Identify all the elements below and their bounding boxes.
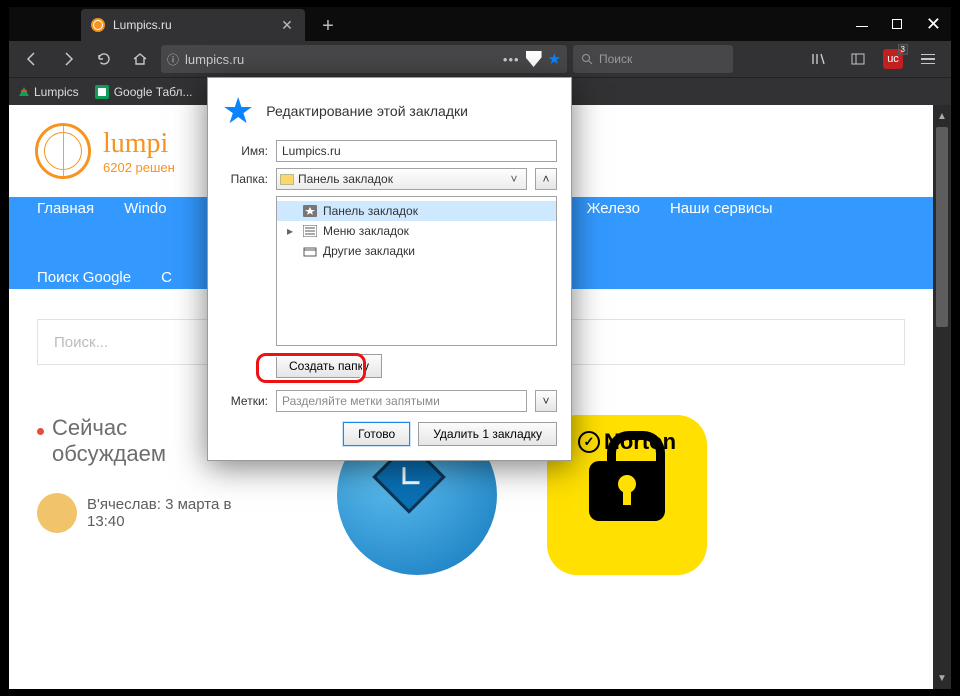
home-button[interactable] [125, 45, 155, 73]
window-close-button[interactable]: ✕ [926, 14, 941, 35]
lock-icon [589, 461, 665, 521]
pocket-icon[interactable] [526, 51, 542, 67]
page-actions-icon[interactable]: ••• [503, 52, 520, 67]
titlebar: Lumpics.ru ✕ + ✕ [9, 7, 951, 41]
tree-item[interactable]: Панель закладок [277, 201, 556, 221]
sidebar-icon[interactable] [843, 45, 873, 73]
chevron-down-icon[interactable]: ˅ [505, 172, 523, 186]
folder-label: Папка: [222, 172, 268, 186]
nav-item[interactable]: Наши сервисы [670, 200, 773, 217]
sheets-icon [95, 85, 109, 99]
reload-button[interactable] [89, 45, 119, 73]
bookmark-star-icon[interactable]: ★ [548, 50, 561, 68]
bookmark-label: Google Табл... [114, 85, 193, 99]
forward-button[interactable] [53, 45, 83, 73]
site-logo-icon [35, 123, 91, 179]
name-input[interactable]: Lumpics.ru [276, 140, 557, 162]
nav-item[interactable]: Главная [37, 200, 94, 217]
comment-item[interactable]: В'ячеслав: 3 марта в 13:40 [37, 493, 287, 533]
tree-item[interactable]: ▸ Меню закладок [277, 221, 556, 241]
window-maximize-button[interactable] [892, 19, 902, 29]
badge-count: 3 [898, 44, 908, 55]
vertical-scrollbar[interactable]: ▲ ▼ [933, 105, 951, 689]
expand-icon[interactable]: ▸ [287, 224, 297, 238]
folder-icon [280, 174, 294, 185]
done-button[interactable]: Готово [343, 422, 410, 446]
back-button[interactable] [17, 45, 47, 73]
nav-item[interactable]: С [161, 269, 172, 286]
chevron-down-icon: ˅ [542, 394, 549, 408]
url-text: lumpics.ru [185, 52, 497, 67]
scroll-thumb[interactable] [936, 127, 948, 327]
bookmarks-toolbar-icon [303, 205, 317, 217]
site-info-icon[interactable]: ⓘ [167, 51, 179, 68]
extension-badge[interactable]: uc 3 [883, 49, 903, 69]
star-icon: ★ [222, 90, 254, 132]
scroll-up-icon[interactable]: ▲ [933, 107, 951, 125]
url-bar[interactable]: ⓘ lumpics.ru ••• ★ [161, 45, 567, 73]
edit-bookmark-panel: ★ Редактирование этой закладки Имя: Lump… [207, 77, 572, 461]
bookmark-item[interactable]: Lumpics [19, 85, 79, 99]
delete-bookmark-button[interactable]: Удалить 1 закладку [418, 422, 557, 446]
navigation-toolbar: ⓘ lumpics.ru ••• ★ Поиск uc 3 [9, 41, 951, 77]
search-bar[interactable]: Поиск [573, 45, 733, 73]
panel-title: Редактирование этой закладки [266, 103, 468, 119]
bookmark-item[interactable]: Google Табл... [95, 85, 193, 99]
site-name: lumpi [103, 128, 175, 160]
bookmark-label: Lumpics [34, 85, 79, 99]
checkmark-icon: ✓ [578, 431, 600, 453]
search-icon [581, 53, 593, 65]
window-minimize-button[interactable] [856, 21, 868, 27]
avatar-icon [37, 493, 77, 533]
other-bookmarks-icon [303, 245, 317, 257]
red-dot-icon [37, 428, 44, 435]
search-placeholder-text: Поиск... [54, 334, 108, 351]
tree-item[interactable]: Другие закладки [277, 241, 556, 261]
library-icon[interactable] [803, 45, 833, 73]
create-folder-button[interactable]: Создать папку [276, 354, 382, 378]
name-label: Имя: [222, 144, 268, 158]
tab-close-icon[interactable]: ✕ [279, 17, 295, 33]
bookmarks-menu-icon [303, 225, 317, 237]
nav-item[interactable]: Windo [124, 200, 167, 217]
drive-icon [19, 87, 29, 96]
collapse-tree-button[interactable]: ˄ [535, 168, 557, 190]
site-tagline: 6202 решен [103, 160, 175, 175]
browser-tab[interactable]: Lumpics.ru ✕ [81, 9, 305, 41]
tags-dropdown-button[interactable]: ˅ [535, 390, 557, 412]
nav-item[interactable]: Поиск Google [37, 269, 131, 286]
browser-window: Lumpics.ru ✕ + ✕ [9, 7, 951, 689]
chevron-up-icon: ˄ [542, 172, 549, 186]
folder-tree[interactable]: Панель закладок ▸ Меню закладок Другие з… [276, 196, 557, 346]
tags-input[interactable]: Разделяйте метки запятыми [276, 390, 527, 412]
favicon-icon [91, 18, 105, 32]
nav-item[interactable]: Железо [587, 200, 640, 217]
search-placeholder: Поиск [599, 52, 632, 66]
new-tab-button[interactable]: + [313, 15, 343, 38]
hamburger-menu-icon[interactable] [913, 45, 943, 73]
folder-select[interactable]: Панель закладок ˅ [276, 168, 527, 190]
tab-title: Lumpics.ru [113, 18, 172, 32]
tags-label: Метки: [222, 394, 268, 408]
scroll-down-icon[interactable]: ▼ [933, 669, 951, 687]
